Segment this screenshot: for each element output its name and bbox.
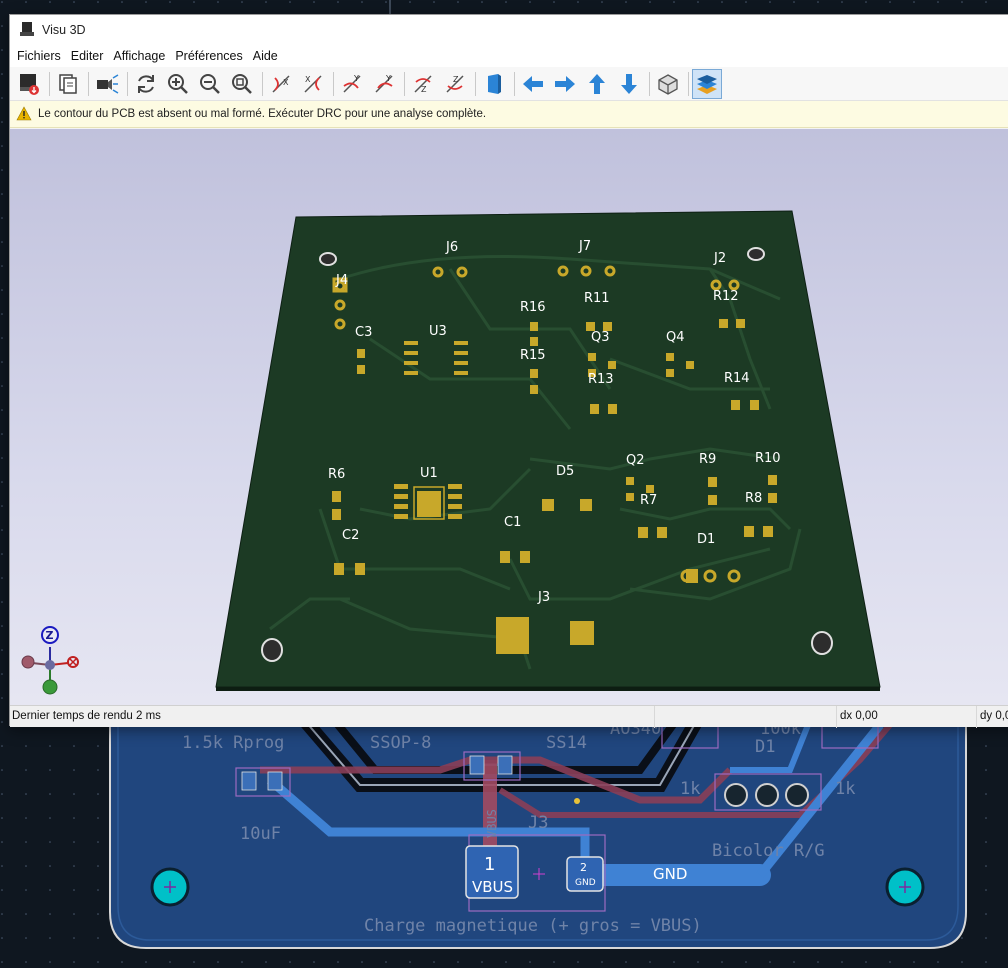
warning-bar: Le contour du PCB est absent ou mal form…: [10, 101, 1008, 128]
zoom-fit-icon[interactable]: [227, 69, 257, 99]
hole-bl: [261, 638, 283, 662]
label-u3: U3: [429, 324, 447, 339]
layers-icon[interactable]: [692, 68, 722, 99]
svg-text:X: X: [283, 78, 289, 87]
flip-board-icon[interactable]: [479, 69, 509, 99]
label-r15: R15: [520, 348, 546, 363]
pad1-net: VBUS: [472, 878, 513, 896]
svg-text:Z: Z: [421, 85, 427, 94]
label-q4: Q4: [666, 330, 685, 345]
label-d1: D1: [697, 532, 715, 547]
silk-bicolor: Bicolor R/G: [712, 841, 825, 861]
pad2-number: 2: [580, 861, 587, 874]
silk-10uf: 10uF: [240, 824, 281, 844]
menu-aide[interactable]: Aide: [248, 49, 283, 63]
zoom-in-icon[interactable]: [163, 69, 193, 99]
dx-readout: dx 0,00: [840, 710, 878, 722]
silk-j3: J3: [528, 813, 548, 833]
rotate-y-ccw-icon[interactable]: Y: [369, 69, 399, 99]
viewer-3d-window: Visu 3D Fichiers Editer Affichage Préfér…: [9, 14, 1008, 728]
svg-text:X: X: [305, 75, 311, 84]
rotate-y-cw-icon[interactable]: Y: [337, 69, 367, 99]
window-title: Visu 3D: [42, 23, 86, 37]
label-r14: R14: [724, 371, 750, 386]
copy-icon[interactable]: [53, 69, 83, 99]
label-r7: R7: [640, 493, 657, 508]
hole-br: [811, 631, 833, 655]
track-net-label: GND: [653, 865, 687, 883]
label-j6: J6: [445, 240, 458, 255]
svg-text:Y: Y: [353, 74, 359, 83]
label-r10: R10: [755, 451, 781, 466]
axis-gizmo: Z: [21, 626, 79, 695]
menu-affichage[interactable]: Affichage: [108, 49, 170, 63]
hole-tr: [747, 247, 765, 261]
label-r13: R13: [588, 372, 614, 387]
silk-rprog: 1.5k Rprog: [182, 733, 284, 753]
menu-bar: Fichiers Editer Affichage Préférences Ai…: [10, 45, 1008, 67]
pan-left-icon[interactable]: [518, 69, 548, 99]
rotate-x-ccw-icon[interactable]: X: [298, 69, 328, 99]
silk-ss14: SS14: [546, 733, 587, 753]
pcb-board-3d: [215, 210, 881, 688]
pan-up-icon[interactable]: [582, 69, 612, 99]
label-q2: Q2: [626, 453, 645, 468]
label-r11: R11: [584, 291, 610, 306]
axis-y-icon: [42, 679, 58, 695]
title-bar[interactable]: Visu 3D: [10, 15, 1008, 45]
render-export-icon[interactable]: [14, 69, 44, 99]
menu-editer[interactable]: Editer: [66, 49, 109, 63]
silk-vbus-vertical: VBUS: [485, 809, 499, 838]
silk-d1: D1: [755, 737, 775, 757]
label-c1: C1: [504, 515, 521, 530]
j3-pad-small: [570, 621, 594, 645]
status-bar: Dernier temps de rendu 2 ms dx 0,00 dy 0…: [10, 705, 1008, 728]
rotate-z-cw-icon[interactable]: Z: [408, 69, 438, 99]
menu-preferences[interactable]: Préférences: [170, 49, 247, 63]
label-j4: J4: [335, 273, 348, 288]
svg-text:Y: Y: [385, 74, 391, 83]
label-j7: J7: [578, 239, 591, 254]
3d-viewport[interactable]: J6 J7 J2 J4 R16 R11 R12 C3 U3 Q3 Q4 R15 …: [10, 129, 1008, 705]
warning-text: Le contour du PCB est absent ou mal form…: [38, 108, 487, 120]
label-c2: C2: [342, 528, 359, 543]
toolbar: X X Y Y Z Z: [10, 67, 1008, 101]
silk-1k-b: 1k: [835, 779, 855, 799]
axis-z-label: Z: [46, 629, 54, 642]
dy-readout: dy 0,0: [980, 710, 1008, 722]
pad1-number: 1: [484, 854, 495, 875]
label-d5: D5: [556, 464, 574, 479]
svg-text:Z: Z: [453, 75, 459, 84]
label-c3: C3: [355, 325, 372, 340]
silk-charge: Charge magnetique (+ gros = VBUS): [364, 916, 702, 936]
label-j2: J2: [713, 251, 726, 266]
pad2-net: GND: [575, 878, 596, 888]
pan-down-icon[interactable]: [614, 69, 644, 99]
label-u1: U1: [420, 466, 438, 481]
app-icon: [20, 22, 34, 36]
label-r6: R6: [328, 467, 345, 482]
label-r16: R16: [520, 300, 546, 315]
hole-tl: [319, 252, 337, 266]
silk-ssop: SSOP-8: [370, 733, 431, 753]
menu-fichiers[interactable]: Fichiers: [12, 49, 66, 63]
silk-1k-a: 1k: [680, 779, 700, 799]
label-r9: R9: [699, 452, 716, 467]
reload-icon[interactable]: [131, 69, 161, 99]
raytrace-icon[interactable]: [92, 69, 122, 99]
label-q3: Q3: [591, 330, 610, 345]
pan-right-icon[interactable]: [550, 69, 580, 99]
j3-pad-large: [496, 617, 529, 654]
zoom-out-icon[interactable]: [195, 69, 225, 99]
label-r12: R12: [713, 289, 739, 304]
warning-icon: [16, 106, 32, 121]
rotate-z-ccw-icon[interactable]: Z: [440, 69, 470, 99]
ortho-icon[interactable]: [653, 69, 683, 99]
label-j3: J3: [537, 590, 550, 605]
label-r8: R8: [745, 491, 762, 506]
render-time: Dernier temps de rendu 2 ms: [12, 710, 161, 722]
rotate-x-cw-icon[interactable]: X: [266, 69, 296, 99]
